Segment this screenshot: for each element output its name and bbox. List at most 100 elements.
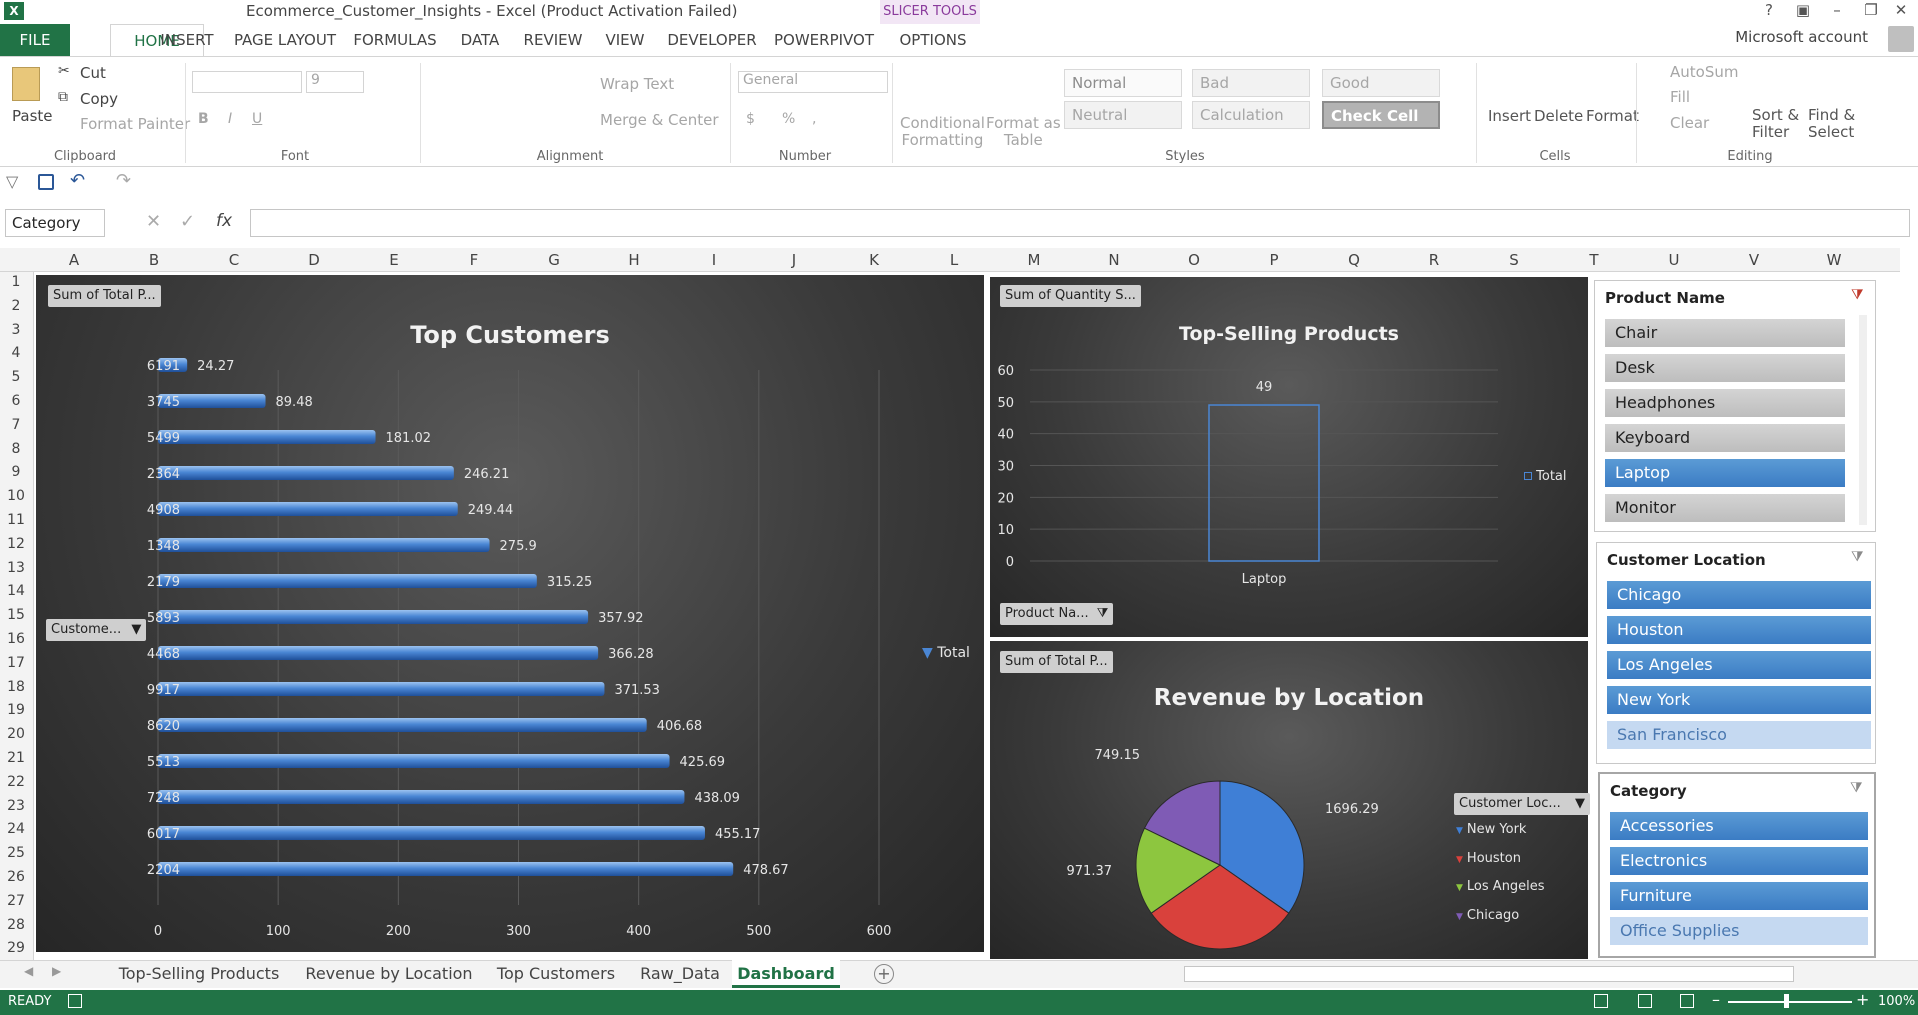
row-header-16[interactable]: 16 [0,631,32,653]
bar-customer-4468[interactable] [158,646,599,660]
slicer-item-office-supplies[interactable]: Office Supplies [1610,917,1868,945]
font-name-select[interactable] [192,71,302,93]
close-button[interactable]: ✕ [1884,0,1918,22]
name-box[interactable]: Category [5,209,105,237]
sheet-tab-dashboard[interactable]: Dashboard [732,960,840,988]
bar-customer-7248[interactable] [158,790,685,804]
column-header-h[interactable]: H [594,248,674,272]
revenue-by-location-chart[interactable]: Sum of Total P... Revenue by Location 16… [990,641,1590,959]
redo-icon[interactable]: ↷ [116,170,131,191]
style-normal[interactable]: Normal [1064,69,1182,97]
zoom-slider-handle[interactable] [1784,994,1789,1008]
horizontal-scrollbar[interactable] [1184,966,1794,982]
enter-icon[interactable]: ✓ [180,211,195,232]
column-header-u[interactable]: U [1634,248,1714,272]
tab-insert[interactable]: INSERT [160,24,214,56]
top-selling-products-chart[interactable]: Sum of Quantity S... Top-Selling Product… [990,277,1588,637]
column-header-i[interactable]: I [674,248,754,272]
slicer-item-electronics[interactable]: Electronics [1610,847,1868,875]
bar-customer-6017[interactable] [158,826,705,840]
insert-function-button[interactable]: fx [216,211,232,231]
zoom-level[interactable]: 100% [1878,994,1915,1009]
column-header-d[interactable]: D [274,248,354,272]
number-format-select[interactable]: General [738,71,888,93]
bar-customer-5499[interactable] [158,430,376,444]
column-header-v[interactable]: V [1714,248,1794,272]
save-icon[interactable] [38,174,54,190]
help-button[interactable]: ? [1752,0,1786,22]
row-header-12[interactable]: 12 [0,536,32,558]
slicer-item-keyboard[interactable]: Keyboard [1605,424,1845,452]
row-header-9[interactable]: 9 [0,464,32,486]
row-header-15[interactable]: 15 [0,607,32,629]
paste-icon[interactable] [12,67,40,101]
bold-button[interactable]: B [198,111,209,127]
font-size-select[interactable]: 9 [306,71,364,93]
format-cells-button[interactable]: Format [1586,107,1639,125]
autosum-button[interactable]: AutoSum [1670,63,1738,81]
slicer-item-desk[interactable]: Desk [1605,354,1845,382]
row-header-14[interactable]: 14 [0,583,32,605]
column-header-j[interactable]: J [754,248,834,272]
row-header-26[interactable]: 26 [0,869,32,891]
customer-location-legend-button[interactable]: Customer Loc... ▼ [1454,793,1590,815]
italic-button[interactable]: I [228,111,232,127]
bar-customer-2179[interactable] [158,574,537,588]
row-header-13[interactable]: 13 [0,560,32,582]
comma-button[interactable]: , [812,111,816,127]
slicer-item-monitor[interactable]: Monitor [1605,494,1845,522]
page-layout-view-icon[interactable] [1638,994,1652,1008]
row-header-3[interactable]: 3 [0,322,32,344]
cancel-icon[interactable]: ✕ [146,211,161,232]
column-header-s[interactable]: S [1474,248,1554,272]
tab-page-layout[interactable]: PAGE LAYOUT [232,24,338,56]
sheet-tab-revenue-by-location[interactable]: Revenue by Location [298,960,480,988]
sheet-tab-top-selling-products[interactable]: Top-Selling Products [106,960,292,988]
tab-view[interactable]: VIEW [602,24,648,56]
avatar[interactable] [1888,26,1914,52]
style-good[interactable]: Good [1322,69,1440,97]
column-header-t[interactable]: T [1554,248,1634,272]
delete-cells-button[interactable]: Delete [1534,107,1583,125]
bar-customer-2364[interactable] [158,466,454,480]
style-calculation[interactable]: Calculation [1192,101,1310,129]
row-header-29[interactable]: 29 [0,940,32,962]
row-header-11[interactable]: 11 [0,512,32,534]
zoom-out-button[interactable]: – [1712,990,1720,1009]
restore-ribbon-button[interactable]: ▣ [1786,0,1820,22]
find-select-button[interactable]: Find & Select [1808,107,1855,141]
row-header-17[interactable]: 17 [0,655,32,677]
column-laptop[interactable] [1208,404,1320,562]
column-header-e[interactable]: E [354,248,434,272]
undo-icon[interactable]: ↶ [70,170,85,191]
bar-customer-1348[interactable] [158,538,490,552]
category-slicer[interactable]: Category ⧩ Accessories Electronics Furnitu… [1598,772,1876,958]
column-header-q[interactable]: Q [1314,248,1394,272]
row-header-28[interactable]: 28 [0,917,32,939]
maximize-button[interactable]: ❐ [1854,0,1888,22]
slicer-item-los-angeles[interactable]: Los Angeles [1607,651,1871,679]
tab-data[interactable]: DATA [456,24,504,56]
account-name[interactable]: Microsoft account [1735,28,1868,46]
zoom-in-button[interactable]: + [1856,990,1869,1009]
product-name-filter-button[interactable]: Product Na... ⧩ [1000,603,1114,625]
row-header-23[interactable]: 23 [0,798,32,820]
slicer-item-furniture[interactable]: Furniture [1610,882,1868,910]
row-header-27[interactable]: 27 [0,893,32,915]
column-header-r[interactable]: R [1394,248,1474,272]
row-header-1[interactable]: 1 [0,274,32,296]
minimize-button[interactable]: – [1820,0,1854,22]
column-header-n[interactable]: N [1074,248,1154,272]
clear-filter-icon[interactable]: ⧩ [1851,549,1864,565]
column-header-k[interactable]: K [834,248,914,272]
bar-customer-9917[interactable] [158,682,605,696]
tab-formulas[interactable]: FORMULAS [352,24,438,56]
format-as-table-button[interactable]: Format as Table [986,115,1061,149]
format-painter-button[interactable]: Format Painter [80,115,190,133]
row-header-8[interactable]: 8 [0,441,32,463]
slicer-item-chair[interactable]: Chair [1605,319,1845,347]
column-header-m[interactable]: M [994,248,1074,272]
slicer-scrollbar[interactable] [1859,315,1867,525]
clear-filter-icon[interactable]: ⧩ [1851,287,1864,303]
excel-logo-icon[interactable]: X [4,2,24,20]
